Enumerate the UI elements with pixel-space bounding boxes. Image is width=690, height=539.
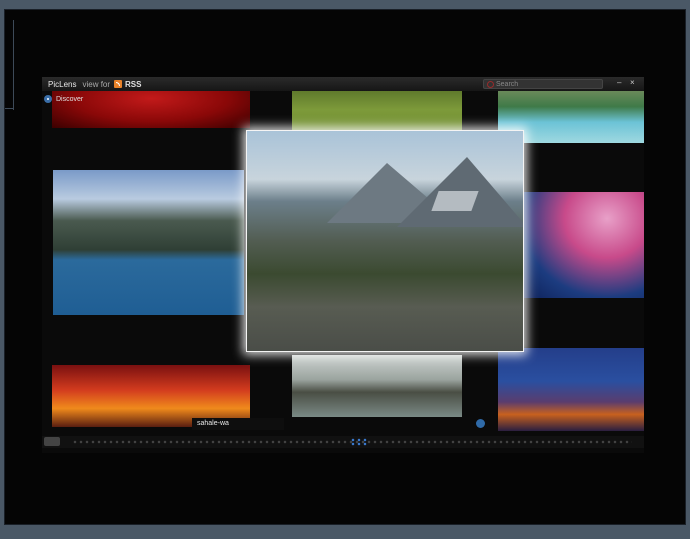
photo-content <box>431 191 479 211</box>
title-bar: PicLens view for RSS Search – × <box>42 77 644 91</box>
current-page-indicator <box>350 438 368 446</box>
frame-divider <box>5 108 14 109</box>
discover-button[interactable]: Discover <box>44 95 83 103</box>
compass-icon <box>44 95 52 103</box>
title-view-text: view for <box>82 79 111 89</box>
share-icon[interactable] <box>476 419 485 428</box>
thumbnail-city[interactable] <box>498 348 644 431</box>
rss-icon <box>114 80 123 88</box>
search-icon <box>487 81 494 88</box>
frame-divider <box>13 20 14 110</box>
selected-photo-mountain[interactable] <box>246 130 524 352</box>
thumbnail-coral[interactable] <box>521 192 644 298</box>
search-placeholder: Search <box>496 81 519 88</box>
minimize-button[interactable]: – <box>617 78 621 87</box>
thumbnail-lake[interactable] <box>292 355 462 417</box>
discover-label: Discover <box>56 95 84 103</box>
scroll-handle[interactable] <box>44 437 60 446</box>
search-input[interactable]: Search <box>483 79 603 89</box>
close-button[interactable]: × <box>630 78 635 87</box>
thumbnail-village[interactable] <box>53 170 244 315</box>
app-logo: PicLens <box>48 79 77 89</box>
wall-scrollbar[interactable] <box>42 436 644 448</box>
feed-name: RSS <box>125 79 142 89</box>
photo-caption: sahale-wa <box>192 418 284 430</box>
piclens-window: PicLens view for RSS Search – × Discover <box>42 77 644 453</box>
video-frame: PicLens view for RSS Search – × Discover <box>4 9 686 525</box>
